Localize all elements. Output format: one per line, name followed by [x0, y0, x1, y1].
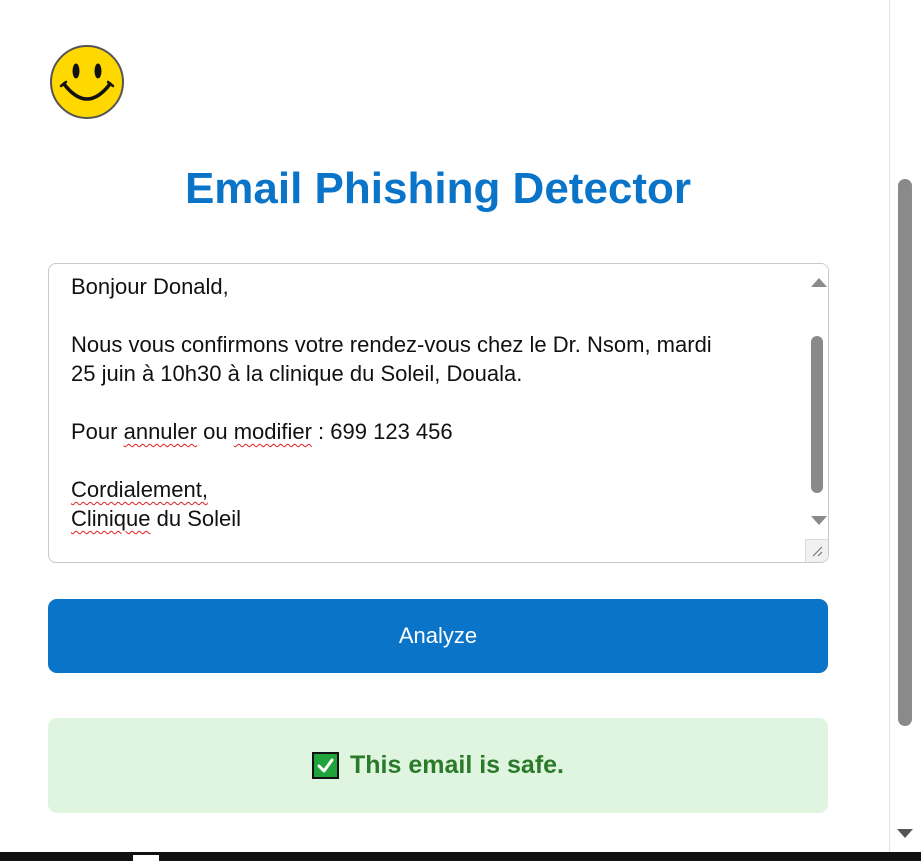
email-signature-rest: du Soleil — [150, 506, 242, 531]
email-closing: Cordialement, — [71, 477, 208, 502]
page-title: Email Phishing Detector — [184, 164, 692, 213]
taskbar-tab[interactable] — [133, 855, 159, 861]
textarea-scrollbar[interactable] — [806, 264, 828, 562]
misspelled-word-modifier: modifier — [233, 419, 312, 444]
page-scrollbar[interactable] — [889, 0, 921, 852]
taskbar-strip — [0, 852, 921, 861]
smiley-face-icon — [49, 44, 125, 120]
textarea-scroll-thumb[interactable] — [811, 336, 823, 493]
email-textarea[interactable]: Bonjour Donald, Nous vous confirmons vot… — [48, 263, 829, 563]
email-cancel-prefix: Pour — [71, 419, 124, 444]
scroll-up-arrow-icon[interactable] — [811, 278, 827, 287]
misspelled-word-annuler: annuler — [123, 419, 197, 444]
email-cancel-mid: ou — [196, 419, 234, 444]
email-text-content[interactable]: Bonjour Donald, Nous vous confirmons vot… — [71, 272, 791, 533]
check-mark-icon — [312, 752, 339, 779]
email-body-line-1: Nous vous confirmons votre rendez-vous c… — [71, 332, 712, 357]
page-scroll-down-arrow-icon[interactable] — [897, 829, 913, 838]
email-cancel-suffix: : 699 123 456 — [311, 419, 453, 444]
analyze-button[interactable]: Analyze — [48, 599, 828, 673]
page-viewport: Email Phishing Detector Bonjour Donald, … — [0, 0, 889, 852]
scroll-down-arrow-icon[interactable] — [811, 516, 827, 525]
result-message: This email is safe. — [350, 751, 564, 779]
misspelled-word-clinique: Clinique — [71, 506, 151, 531]
page-scroll-thumb[interactable] — [898, 179, 912, 726]
email-body-line-2: 25 juin à 10h30 à la clinique du Soleil,… — [71, 361, 523, 386]
email-greeting: Bonjour Donald, — [71, 274, 229, 299]
result-panel: This email is safe. — [48, 718, 828, 813]
resize-handle-icon[interactable] — [805, 539, 828, 562]
